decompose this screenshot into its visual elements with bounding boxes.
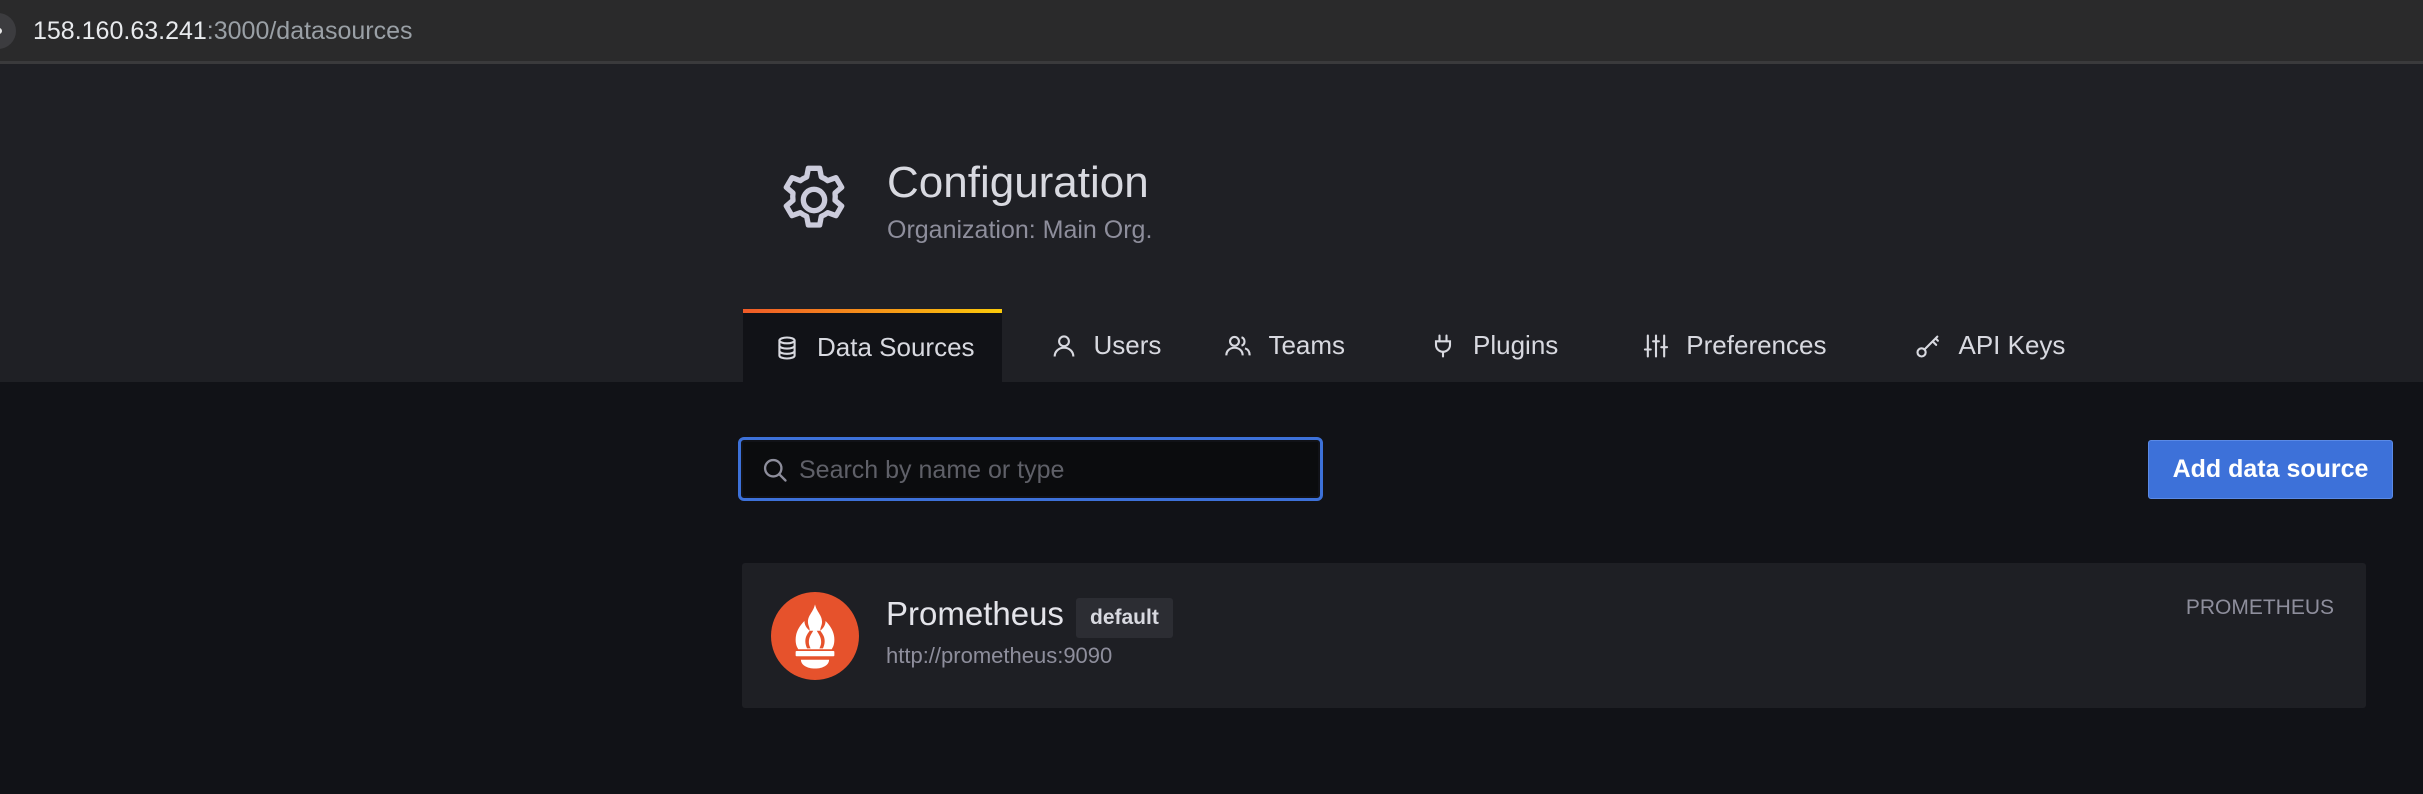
tab-label: Plugins [1473,330,1559,360]
page-subtitle: Organization: Main Org. [887,216,1153,244]
users-icon [1225,335,1252,355]
page-title: Configuration [887,158,1149,207]
url-host: 158.160.63.241 [33,17,207,45]
tab-teams[interactable]: Teams [1161,309,1345,382]
tab-plugins[interactable]: Plugins [1345,309,1558,382]
tab-users[interactable]: Users [1002,309,1162,382]
sliders-icon [1644,333,1669,358]
tab-data-sources[interactable]: Data Sources [743,309,1002,382]
database-icon [778,335,796,360]
tab-label: Teams [1268,330,1346,360]
search-input[interactable] [797,448,1301,492]
search-icon [763,458,787,482]
config-tabs: Data Sources Users Teams Plugins Prefere… [743,309,2065,382]
url-text[interactable]: 158.160.63.241:3000/datasources [33,17,412,46]
datasource-type: PROMETHEUS [2185,596,2334,619]
tab-api-keys[interactable]: API Keys [1826,309,2065,382]
plug-icon [1434,333,1452,358]
tab-preferences[interactable]: Preferences [1558,309,1826,382]
site-info-icon[interactable] [0,13,16,49]
tab-label: Preferences [1686,330,1827,360]
user-icon [1053,334,1074,357]
tab-label: Data Sources [817,332,975,362]
search-box[interactable] [738,437,1323,501]
add-data-source-button[interactable]: Add data source [2148,440,2393,499]
url-path: :3000/datasources [206,17,413,45]
gear-icon [783,165,845,228]
datasource-card[interactable]: Prometheus default http://prometheus:909… [742,563,2366,708]
key-icon [1916,335,1940,358]
datasource-name: Prometheus [886,595,1064,632]
prometheus-logo-icon [771,592,859,680]
tab-label: Users [1093,330,1162,360]
tab-label: API Keys [1958,330,2066,360]
browser-address-bar[interactable]: 158.160.63.241:3000/datasources [0,0,2423,64]
datasource-url: http://prometheus:9090 [886,643,1113,668]
default-badge: default [1076,598,1173,638]
